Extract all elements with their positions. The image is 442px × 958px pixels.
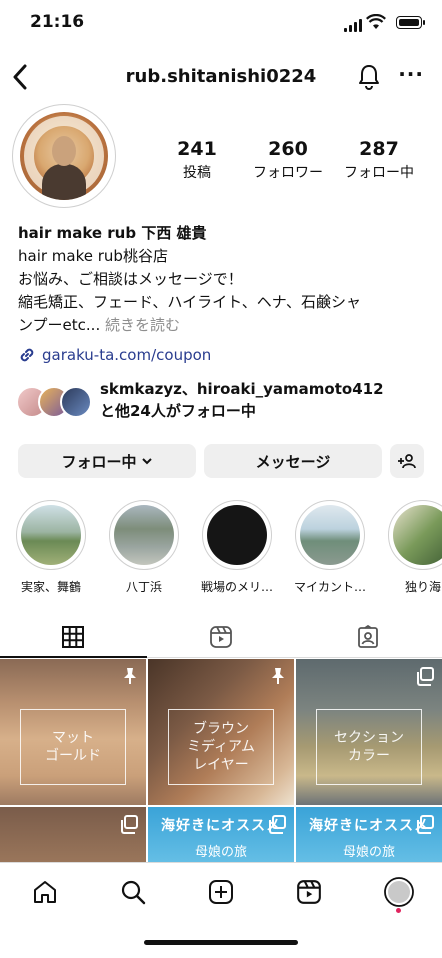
nav-search[interactable] [115, 874, 151, 910]
reels-icon [297, 880, 321, 904]
bell-icon[interactable] [358, 64, 380, 90]
post-banner-subtext: 母娘の旅 [194, 845, 247, 860]
following-button[interactable]: フォロー中 [18, 444, 196, 478]
highlight-item[interactable]: 実家、舞鶴 [14, 500, 88, 595]
profile-link-text[interactable]: garaku-ta.com/coupon [42, 346, 211, 364]
following-count[interactable]: 287 フォロー中 [334, 138, 424, 182]
nav-home[interactable] [27, 874, 63, 910]
tagged-person-icon [358, 625, 378, 648]
bio-line: お悩み、ご相談はメッセージで！ [18, 270, 243, 288]
reels-icon [210, 626, 232, 648]
pin-icon [272, 668, 284, 684]
notification-dot [396, 908, 401, 913]
post-overlay-text: セクション カラー [316, 709, 422, 785]
mutual-followers-text[interactable]: skmkazyz、hiroaki_yamamoto412 と他24人がフォロー中 [100, 378, 384, 422]
post-banner-subtext: 母娘の旅 [342, 845, 395, 860]
battery-icon [396, 16, 425, 29]
profile-bio: hair make rub 下西 雄貴 hair make rub桃谷店 お悩み… [18, 222, 428, 337]
post-thumbnail[interactable]: ブラウン ミディアム レイヤー [148, 659, 294, 805]
tab-reels[interactable] [201, 622, 241, 652]
mutual-followers-avatars[interactable] [16, 386, 96, 418]
link-icon [20, 348, 34, 362]
add-person-icon [398, 454, 416, 469]
multiple-photos-icon [417, 667, 434, 686]
highlight-item[interactable]: 戦場のメリ… [200, 500, 274, 595]
grid-icon [62, 626, 84, 648]
post-thumbnail[interactable]: セクション カラー [296, 659, 442, 805]
nav-profile[interactable] [381, 874, 417, 910]
chevron-down-icon [141, 458, 152, 465]
home-icon [34, 881, 56, 903]
display-name: hair make rub 下西 雄貴 [18, 224, 207, 242]
post-overlay-text: マット ゴールド [20, 709, 126, 785]
search-icon [121, 880, 146, 905]
plus-square-icon [209, 880, 233, 904]
tab-grid[interactable] [53, 622, 93, 652]
read-more-link[interactable]: 続きを読む [100, 316, 180, 334]
wifi-icon [366, 14, 386, 29]
bio-line: ンプーetc... [18, 316, 101, 334]
bio-line: hair make rub桃谷店 [18, 247, 168, 265]
posts-count: 241 投稿 [177, 138, 217, 181]
suggested-people-button[interactable] [390, 444, 424, 478]
cellular-signal-icon [344, 19, 362, 32]
profile-avatar[interactable] [20, 112, 108, 200]
highlight-item[interactable]: 八丁浜 [107, 500, 181, 595]
post-overlay-text: ブラウン ミディアム レイヤー [168, 709, 274, 785]
more-options-icon[interactable]: ··· [398, 62, 424, 86]
multiple-photos-icon [121, 815, 138, 834]
home-indicator[interactable] [144, 940, 298, 945]
highlight-item[interactable]: マイカント… [293, 500, 367, 595]
active-tab-indicator [0, 656, 147, 658]
profile-avatar-icon [384, 877, 414, 907]
pin-icon [124, 668, 136, 684]
multiple-photos-icon [417, 815, 434, 834]
message-button[interactable]: メッセージ [204, 444, 382, 478]
nav-create[interactable] [203, 874, 239, 910]
post-thumbnail[interactable]: マット ゴールド [0, 659, 146, 805]
tab-tagged[interactable] [348, 622, 388, 652]
highlight-item[interactable]: 独り海 [386, 500, 442, 595]
multiple-photos-icon [269, 815, 286, 834]
profile-link[interactable]: garaku-ta.com/coupon [18, 346, 211, 364]
nav-reels[interactable] [291, 874, 327, 910]
status-time: 21:16 [30, 12, 85, 32]
bio-line: 縮毛矯正、フェード、ハイライト、ヘナ、石鹸シャ [18, 293, 362, 311]
followers-count[interactable]: 260 フォロワー [243, 138, 333, 182]
